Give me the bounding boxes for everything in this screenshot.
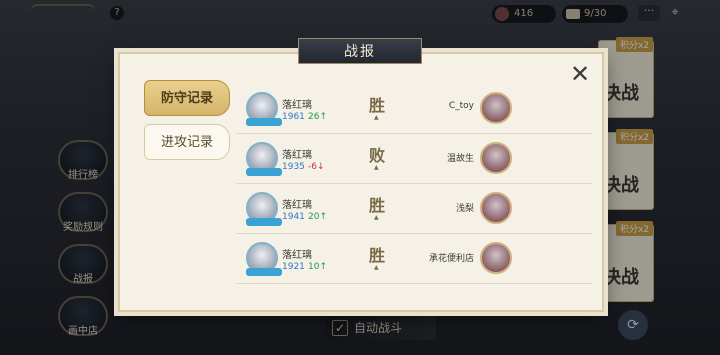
player-tag (246, 118, 282, 126)
battle-row[interactable]: 落红璃 1941 20↑ 胜 ▲ 浅梨 (236, 186, 592, 234)
player-score: 1935 (282, 162, 305, 172)
player-name: 落红璃 (282, 100, 312, 111)
opponent-name: 承花便利店 (428, 254, 474, 264)
report-tabs: 防守记录 · · · · · · · 进攻记录 · · · · · · · (144, 80, 230, 168)
result-text: 胜 (368, 196, 385, 215)
player-tag (246, 218, 282, 226)
player-tag (246, 168, 282, 176)
player-name: 落红璃 (282, 200, 312, 211)
player-name: 落红璃 (282, 150, 312, 161)
battle-row[interactable]: 落红璃 1935 -6↓ 败 ▲ 温故生 (236, 136, 592, 184)
player-avatar (246, 142, 282, 176)
player-tag (246, 268, 282, 276)
result-badge: 胜 ▲ (366, 242, 388, 271)
result-text: 胜 (368, 246, 385, 265)
opponent-avatar[interactable] (480, 142, 512, 174)
result-ornament-icon: ▲ (374, 214, 379, 221)
modal-title: 战报 (298, 38, 422, 64)
opponent-name: 浅梨 (455, 204, 474, 214)
score-delta: -6↓ (308, 162, 325, 172)
result-badge: 败 ▲ (366, 142, 388, 171)
score-delta: 26↑ (308, 112, 327, 122)
player-avatar (246, 242, 282, 276)
opponent-avatar[interactable] (480, 242, 512, 274)
player-name: 落红璃 (282, 250, 312, 261)
player-score: 1941 (282, 212, 305, 222)
tab-decoration: · · · · · · · (159, 90, 215, 97)
tab-attack-records[interactable]: 进攻记录 · · · · · · · (144, 124, 230, 160)
battle-row[interactable]: 落红璃 1921 10↑ 胜 ▲ 承花便利店 (236, 236, 592, 284)
result-ornament-icon: ▲ (374, 264, 379, 271)
opponent-avatar[interactable] (480, 192, 512, 224)
player-score: 1961 (282, 112, 305, 122)
score-delta: 10↑ (308, 262, 327, 272)
tab-defense-records[interactable]: 防守记录 · · · · · · · (144, 80, 230, 116)
battle-row[interactable]: 落红璃 1961 26↑ 胜 ▲ C_toy (236, 86, 592, 134)
opponent-avatar[interactable] (480, 92, 512, 124)
result-badge: 胜 ▲ (366, 92, 388, 121)
result-ornament-icon: ▲ (374, 164, 379, 171)
battle-list: 落红璃 1961 26↑ 胜 ▲ C_toy 落红璃 1935 -6↓ 败 ▲ 温故… (236, 86, 592, 292)
player-avatar (246, 92, 282, 126)
result-text: 胜 (368, 96, 385, 115)
close-icon[interactable]: ✕ (568, 62, 592, 86)
result-text: 败 (368, 146, 385, 165)
score-delta: 20↑ (308, 212, 327, 222)
tab-decoration: · · · · · · · (161, 134, 213, 141)
player-score: 1921 (282, 262, 305, 272)
result-ornament-icon: ▲ (374, 114, 379, 121)
opponent-name: C_toy (448, 101, 474, 111)
result-badge: 胜 ▲ (366, 192, 388, 221)
player-avatar (246, 192, 282, 226)
opponent-name: 温故生 (446, 154, 474, 164)
